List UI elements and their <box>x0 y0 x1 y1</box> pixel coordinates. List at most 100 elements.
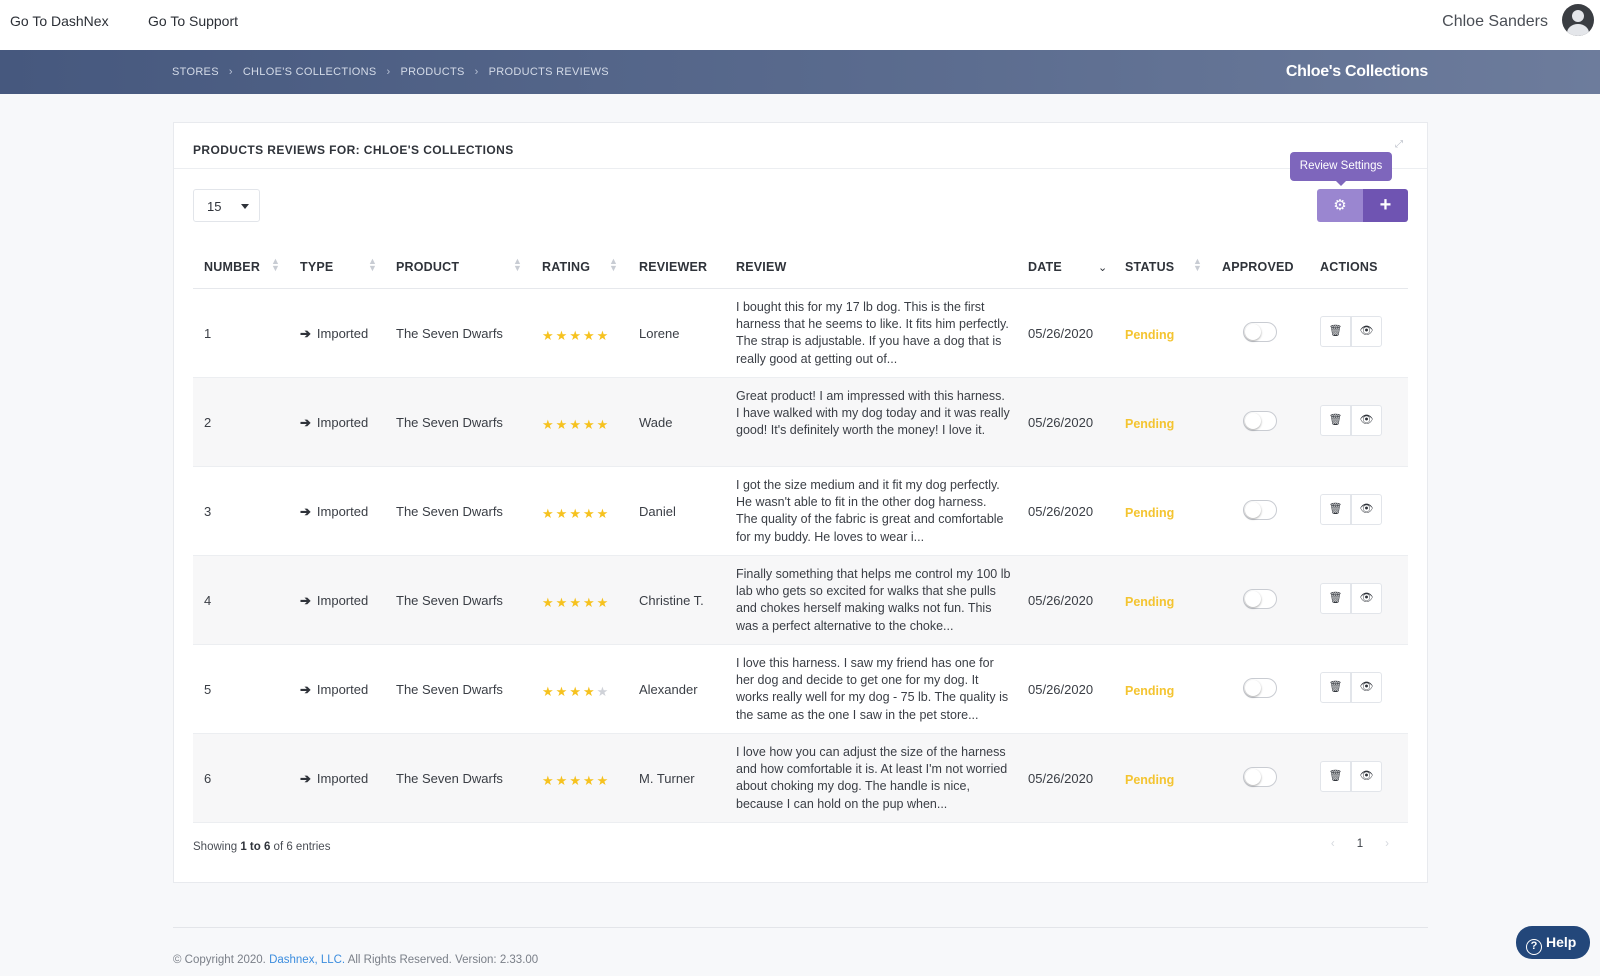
star-icon: ★ <box>555 684 570 699</box>
view-button[interactable]: 👁 <box>1351 583 1382 614</box>
pagination: ‹ 1 › <box>1331 838 1389 850</box>
cell-number: 1 <box>204 326 212 341</box>
trash-icon: 🗑 <box>1328 681 1343 693</box>
star-icon: ★ <box>582 773 597 788</box>
cell-number: 6 <box>204 771 212 786</box>
eye-icon: 👁 <box>1359 503 1374 515</box>
rating-stars: ★★★★★ <box>542 328 610 344</box>
arrow-right-icon: ➔ <box>300 593 311 608</box>
page-1-button[interactable]: 1 <box>1357 838 1363 850</box>
sort-icon[interactable]: ▲ ▼ <box>1193 257 1202 273</box>
trash-icon: 🗑 <box>1328 414 1343 426</box>
eye-icon: 👁 <box>1359 414 1374 426</box>
cell-review: Finally something that helps me control … <box>736 567 1011 633</box>
approved-toggle[interactable] <box>1243 411 1277 431</box>
approved-toggle[interactable] <box>1243 500 1277 520</box>
star-icon: ★ <box>582 684 597 699</box>
dashnex-link[interactable]: Dashnex, LLC. <box>269 954 345 966</box>
chevron-right-icon: › <box>386 66 391 78</box>
page-length-select[interactable]: 15 <box>193 189 260 222</box>
col-rating[interactable]: RATING <box>542 260 590 274</box>
sort-icon[interactable]: ▲ ▼ <box>513 257 522 273</box>
cell-number: 5 <box>204 682 212 697</box>
toggle-knob <box>1245 769 1261 785</box>
col-type[interactable]: TYPE <box>300 260 333 274</box>
go-to-dashnex-link[interactable]: Go To DashNex <box>10 13 109 29</box>
star-icon: ★ <box>596 684 611 699</box>
approved-toggle[interactable] <box>1243 767 1277 787</box>
delete-button[interactable]: 🗑 <box>1320 405 1351 436</box>
prev-page-button[interactable]: ‹ <box>1331 838 1335 850</box>
star-icon: ★ <box>582 328 597 343</box>
approved-toggle[interactable] <box>1243 678 1277 698</box>
user-avatar-icon[interactable] <box>1562 4 1594 36</box>
arrow-right-icon: ➔ <box>300 326 311 341</box>
add-review-button[interactable]: + <box>1363 189 1408 222</box>
cell-product: The Seven Dwarfs <box>396 326 503 341</box>
delete-button[interactable]: 🗑 <box>1320 494 1351 525</box>
sort-desc-icon[interactable]: ⌄ <box>1098 261 1107 274</box>
sort-icon[interactable]: ▲ ▼ <box>271 257 280 273</box>
cell-date: 05/26/2020 <box>1028 682 1094 697</box>
col-reviewer: REVIEWER <box>639 260 708 274</box>
cell-date: 05/26/2020 <box>1028 504 1094 519</box>
toggle-knob <box>1245 413 1261 429</box>
review-settings-button[interactable]: ⚙ <box>1317 189 1363 222</box>
view-button[interactable]: 👁 <box>1351 316 1382 347</box>
trash-icon: 🗑 <box>1328 770 1343 782</box>
breadcrumb-store[interactable]: CHLOE'S COLLECTIONS <box>243 66 377 78</box>
delete-button[interactable]: 🗑 <box>1320 583 1351 614</box>
user-name[interactable]: Chloe Sanders <box>1442 13 1548 31</box>
view-button[interactable]: 👁 <box>1351 405 1382 436</box>
trash-icon: 🗑 <box>1328 325 1343 337</box>
approved-toggle[interactable] <box>1243 322 1277 342</box>
trash-icon: 🗑 <box>1328 503 1343 515</box>
approved-toggle[interactable] <box>1243 589 1277 609</box>
view-button[interactable]: 👁 <box>1351 672 1382 703</box>
star-icon: ★ <box>569 506 583 521</box>
help-label: Help <box>1546 934 1577 950</box>
caret-down-icon <box>241 204 249 209</box>
reviews-table: NUMBER ▲ ▼ TYPE ▲ ▼ PRODUCT ▲ ▼ RATING ▲ ▼ R… <box>193 245 1408 823</box>
expand-icon[interactable]: ⤢ <box>1395 140 1403 150</box>
trash-icon: 🗑 <box>1328 592 1343 604</box>
question-icon: ? <box>1526 939 1542 955</box>
cell-type: ➔ Imported <box>300 593 369 608</box>
star-icon: ★ <box>569 684 583 699</box>
help-button[interactable]: ? Help <box>1516 926 1590 959</box>
cell-reviewer: Daniel <box>639 504 676 519</box>
go-to-support-link[interactable]: Go To Support <box>148 13 238 29</box>
status-badge: Pending <box>1125 595 1175 609</box>
breadcrumb-products[interactable]: PRODUCTS <box>401 66 465 78</box>
view-button[interactable]: 👁 <box>1351 494 1382 525</box>
page-length-value: 15 <box>207 199 222 214</box>
arrow-right-icon: ➔ <box>300 682 311 697</box>
sort-icon[interactable]: ▲ ▼ <box>609 257 618 273</box>
cell-reviewer: Lorene <box>639 326 680 341</box>
col-number[interactable]: NUMBER <box>204 260 260 274</box>
status-badge: Pending <box>1125 506 1175 520</box>
eye-icon: 👁 <box>1359 592 1374 604</box>
col-status[interactable]: STATUS <box>1125 260 1174 274</box>
cell-date: 05/26/2020 <box>1028 415 1094 430</box>
breadcrumb-current: PRODUCTS REVIEWS <box>488 66 609 78</box>
star-icon: ★ <box>596 506 611 521</box>
delete-button[interactable]: 🗑 <box>1320 672 1351 703</box>
table-body: 1 ➔ Imported The Seven Dwarfs ★★★★★ Lorene I b… <box>193 289 1408 823</box>
sort-icon[interactable]: ▲ ▼ <box>368 257 377 273</box>
table-header: NUMBER ▲ ▼ TYPE ▲ ▼ PRODUCT ▲ ▼ RATING ▲ ▼ R… <box>193 245 1408 289</box>
delete-button[interactable]: 🗑 <box>1320 316 1351 347</box>
col-review: REVIEW <box>736 260 787 274</box>
next-page-button[interactable]: › <box>1385 838 1389 850</box>
col-date[interactable]: DATE <box>1028 260 1062 274</box>
chevron-right-icon: › <box>474 66 479 78</box>
cell-review: I bought this for my 17 lb dog. This is … <box>736 300 1009 366</box>
table-row: 1 ➔ Imported The Seven Dwarfs ★★★★★ Lorene I b… <box>193 289 1408 378</box>
view-button[interactable]: 👁 <box>1351 761 1382 792</box>
cell-type: ➔ Imported <box>300 682 369 697</box>
col-product[interactable]: PRODUCT <box>396 260 459 274</box>
star-icon: ★ <box>596 773 611 788</box>
delete-button[interactable]: 🗑 <box>1320 761 1351 792</box>
star-icon: ★ <box>596 417 611 432</box>
breadcrumb-stores[interactable]: STORES <box>172 66 219 78</box>
